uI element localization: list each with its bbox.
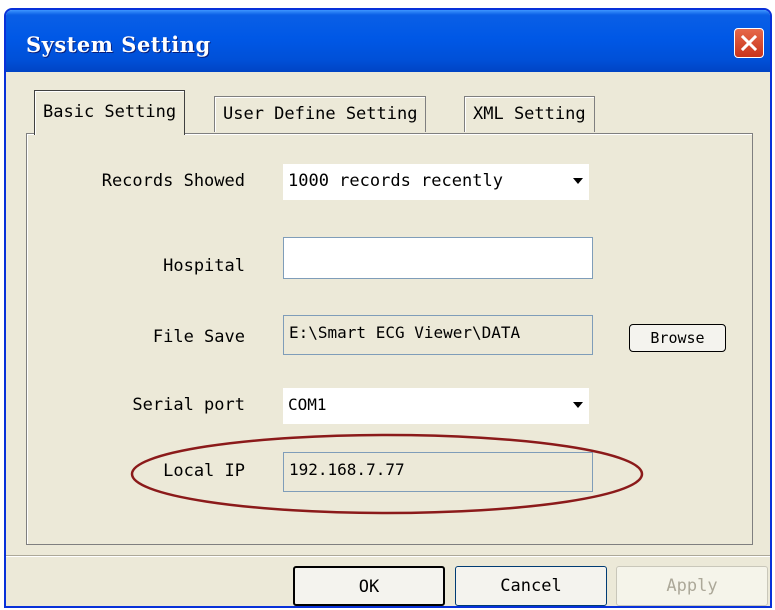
file-save-path-field[interactable]: E:\Smart ECG Viewer\DATA (283, 315, 593, 355)
records-showed-select[interactable]: 1000 records recently (283, 164, 589, 200)
cancel-button[interactable]: Cancel (455, 566, 607, 606)
separator (6, 555, 770, 557)
file-save-label: File Save (152, 327, 245, 347)
apply-button[interactable]: Apply (616, 566, 768, 606)
chevron-down-icon[interactable] (571, 174, 585, 188)
chevron-down-icon[interactable] (571, 398, 585, 412)
tab-xml-setting[interactable]: XML Setting (464, 96, 595, 132)
file-save-path: E:\Smart ECG Viewer\DATA (289, 323, 521, 342)
close-icon (740, 34, 758, 52)
ok-button[interactable]: OK (293, 566, 445, 606)
highlight-ellipse (130, 433, 644, 515)
close-button[interactable] (734, 28, 764, 58)
hospital-label: Hospital (163, 256, 245, 276)
hospital-input[interactable] (283, 237, 593, 279)
records-showed-value: 1000 records recently (288, 171, 503, 191)
tab-basic-setting[interactable]: Basic Setting (34, 90, 186, 135)
browse-button[interactable]: Browse (629, 324, 726, 352)
serial-port-label: Serial port (132, 395, 245, 415)
window-title: System Setting (26, 32, 211, 57)
records-showed-label: Records Showed (101, 171, 245, 191)
tab-user-define-setting[interactable]: User Define Setting (214, 96, 427, 132)
serial-port-select[interactable]: COM1 (283, 388, 589, 424)
system-setting-dialog: System Setting User Define Setting XML S… (4, 8, 772, 608)
serial-port-value: COM1 (288, 395, 327, 414)
title-bar[interactable]: System Setting (6, 10, 770, 72)
